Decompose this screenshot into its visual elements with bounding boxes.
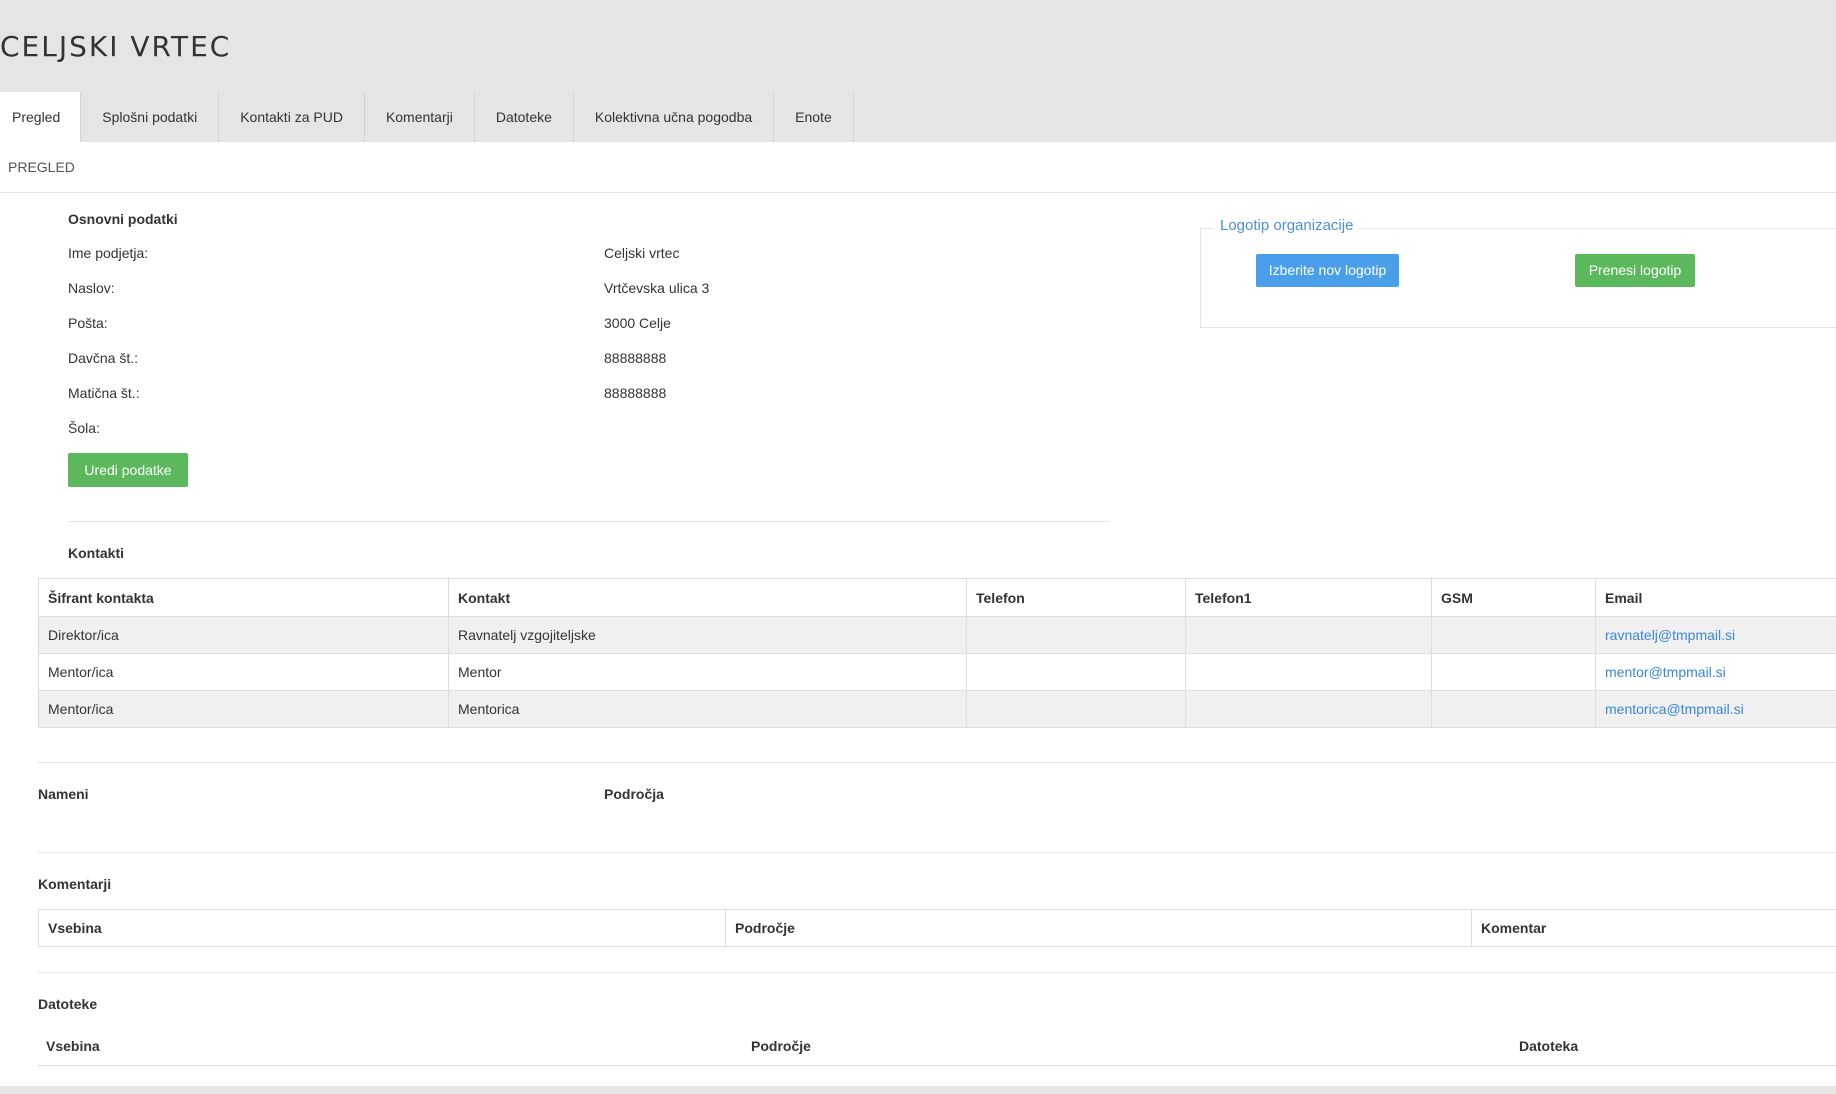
column-header: Šifrant kontakta: [38, 578, 449, 617]
table-cell: Direktor/ica: [38, 616, 449, 654]
column-header: Komentar: [1471, 909, 1836, 947]
column-header: Področje: [725, 909, 1472, 947]
table-header-row: Šifrant kontakta Kontakt Telefon Telefon…: [38, 578, 1836, 617]
field-value-company-name: Celjski vrtec: [604, 245, 680, 261]
table-row: Direktor/ica Ravnatelj vzgojiteljske rav…: [38, 616, 1836, 654]
section-title: PREGLED: [8, 159, 75, 175]
field-value-post: 3000 Celje: [604, 315, 671, 331]
email-link[interactable]: mentorica@tmpmail.si: [1605, 701, 1744, 717]
field-label-post: Pošta:: [68, 315, 108, 331]
table-cell: mentor@tmpmail.si: [1595, 653, 1836, 691]
column-header: Telefon: [966, 578, 1186, 617]
tab-kolektivna-ucna-pogodba[interactable]: Kolektivna učna pogodba: [574, 92, 775, 142]
divider: [38, 852, 1836, 853]
basic-info-heading: Osnovni podatki: [68, 211, 178, 227]
table-cell: [1431, 653, 1596, 691]
table-cell: [1185, 690, 1432, 728]
email-link[interactable]: ravnatelj@tmpmail.si: [1605, 627, 1735, 643]
table-cell: [1185, 653, 1432, 691]
comments-heading: Komentarji: [38, 876, 112, 892]
table-cell: Mentorica: [448, 690, 967, 728]
column-header: Email: [1595, 578, 1836, 617]
tab-enote[interactable]: Enote: [774, 92, 854, 142]
app-title: CELJSKI VRTEC: [0, 30, 232, 63]
table-cell: [1185, 616, 1432, 654]
logo-legend: Logotip organizacije: [1214, 217, 1360, 234]
table-cell: ravnatelj@tmpmail.si: [1595, 616, 1836, 654]
table-header-row: Vsebina Področje Komentar: [38, 909, 1836, 947]
table-cell: Mentor: [448, 653, 967, 691]
table-row: Mentor/ica Mentorica mentorica@tmpmail.s…: [38, 690, 1836, 728]
column-header: Vsebina: [38, 1028, 743, 1066]
purposes-label: Nameni: [38, 786, 89, 802]
tab-kontakti-za-pud[interactable]: Kontakti za PUD: [219, 92, 365, 142]
column-header: Telefon1: [1185, 578, 1432, 617]
field-value-tax-number: 88888888: [604, 350, 667, 366]
divider: [68, 521, 1110, 522]
field-label-school: Šola:: [68, 420, 100, 436]
table-cell: [966, 616, 1186, 654]
column-header: Datoteka: [1511, 1028, 1836, 1066]
tab-pregled[interactable]: Pregled: [0, 92, 82, 142]
field-label-tax-number: Davčna št.:: [68, 350, 139, 366]
field-value-registration-number: 88888888: [604, 385, 667, 401]
table-cell: [1431, 616, 1596, 654]
tab-bar: Pregled Splošni podatki Kontakti za PUD …: [0, 92, 854, 142]
edit-data-button[interactable]: Uredi podatke: [68, 453, 188, 487]
column-header: GSM: [1431, 578, 1596, 617]
table-cell: Ravnatelj vzgojiteljske: [448, 616, 967, 654]
table-cell: [1431, 690, 1596, 728]
table-row: Mentor/ica Mentor mentor@tmpmail.si: [38, 653, 1836, 691]
email-link[interactable]: mentor@tmpmail.si: [1605, 664, 1726, 680]
field-label-company-name: Ime podjetja:: [68, 245, 149, 261]
contacts-heading: Kontakti: [68, 545, 124, 561]
table-cell: Mentor/ica: [38, 690, 449, 728]
field-label-address: Naslov:: [68, 280, 115, 296]
column-header: Področje: [743, 1028, 1511, 1066]
tab-splosni-podatki[interactable]: Splošni podatki: [81, 92, 220, 142]
field-value-address: Vrtčevska ulica 3: [604, 280, 710, 296]
areas-label: Področja: [604, 786, 664, 802]
column-header: Kontakt: [448, 578, 967, 617]
divider: [0, 192, 1836, 193]
footer-bar: [0, 1086, 1836, 1094]
divider: [38, 972, 1836, 973]
table-cell: [966, 653, 1186, 691]
field-label-registration-number: Matična št.:: [68, 385, 140, 401]
table-cell: [966, 690, 1186, 728]
upload-logo-button[interactable]: Prenesi logotip: [1575, 254, 1695, 287]
choose-logo-button[interactable]: Izberite nov logotip: [1256, 254, 1399, 287]
tab-komentarji[interactable]: Komentarji: [365, 92, 475, 142]
tab-datoteke[interactable]: Datoteke: [475, 92, 574, 142]
files-table: Vsebina Področje Datoteka: [38, 1028, 1836, 1066]
table-cell: mentorica@tmpmail.si: [1595, 690, 1836, 728]
comments-table: Vsebina Področje Komentar: [38, 909, 1836, 947]
table-cell: Mentor/ica: [38, 653, 449, 691]
contacts-table: Šifrant kontakta Kontakt Telefon Telefon…: [38, 578, 1836, 728]
column-header: Vsebina: [38, 909, 726, 947]
divider: [38, 762, 1836, 763]
page-header: CELJSKI VRTEC Pregled Splošni podatki Ko…: [0, 0, 1836, 142]
files-heading: Datoteke: [38, 996, 98, 1012]
table-header-row: Vsebina Področje Datoteka: [38, 1028, 1836, 1066]
